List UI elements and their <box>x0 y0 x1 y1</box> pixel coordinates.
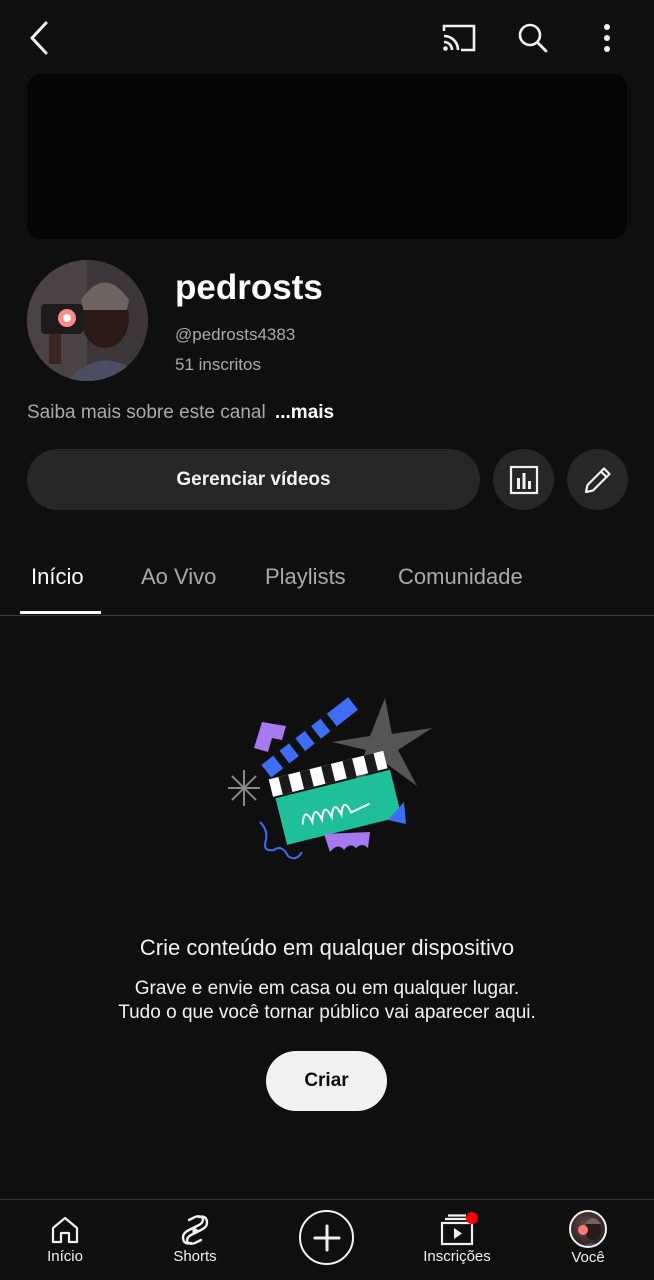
about-text: Saiba mais sobre este canal <box>27 402 266 423</box>
channel-about[interactable]: Saiba mais sobre este canal ...mais <box>27 402 334 424</box>
edit-channel-button[interactable] <box>567 449 628 510</box>
bottom-navigation: Início Shorts Inscrições Você <box>0 1199 654 1280</box>
clapperboard-illustration <box>228 697 432 860</box>
nav-you[interactable]: Você <box>533 1200 643 1280</box>
empty-state-title: Crie conteúdo em qualquer dispositivo <box>139 935 515 960</box>
back-button[interactable] <box>16 14 64 62</box>
nav-create-button[interactable] <box>299 1210 354 1265</box>
tab-ao-vivo[interactable]: Ao Vivo <box>141 564 216 590</box>
nav-subscriptions-label: Inscrições <box>423 1248 491 1265</box>
nav-shorts-label: Shorts <box>173 1248 217 1265</box>
notification-dot <box>466 1212 478 1224</box>
bar-chart-icon <box>509 465 538 494</box>
top-app-bar <box>0 0 654 74</box>
home-icon <box>51 1216 79 1244</box>
search-icon <box>518 23 548 53</box>
chevron-left-icon <box>30 21 48 55</box>
channel-name: pedrosts <box>175 268 323 307</box>
purple-bottom-shape <box>324 832 370 852</box>
tab-playlists[interactable]: Playlists <box>265 564 346 590</box>
create-plus-icon <box>313 1224 340 1251</box>
avatar-photo <box>27 260 148 381</box>
empty-state-description: Grave e envie em casa ou em qualquer lug… <box>0 977 654 1025</box>
subscriber-count: 51 inscritos <box>175 355 261 374</box>
manage-videos-button[interactable]: Gerenciar vídeos <box>27 449 480 510</box>
tab-comunidade[interactable]: Comunidade <box>398 564 523 590</box>
analytics-button[interactable] <box>493 449 554 510</box>
empty-state-line-2: Tudo o que você tornar público vai apare… <box>118 1002 536 1023</box>
tab-inicio[interactable]: Início <box>31 564 84 590</box>
channel-tabs: Início Ao Vivo Playlists Comunidade <box>0 540 654 616</box>
nav-home[interactable]: Início <box>10 1200 120 1280</box>
nav-you-label: Você <box>571 1249 605 1266</box>
purple-corner-shape <box>254 722 286 752</box>
shorts-icon <box>181 1215 209 1245</box>
channel-banner <box>27 74 627 239</box>
empty-state-line-1: Grave e envie em casa ou em qualquer lug… <box>134 978 520 999</box>
search-button[interactable] <box>509 14 557 62</box>
nav-shorts[interactable]: Shorts <box>140 1200 250 1280</box>
nav-home-label: Início <box>47 1248 83 1265</box>
cast-button[interactable] <box>435 14 483 62</box>
clapper-top <box>268 750 402 845</box>
cast-icon <box>442 24 476 52</box>
channel-avatar[interactable] <box>27 260 148 381</box>
pencil-icon <box>584 466 611 493</box>
about-more-link[interactable]: ...mais <box>275 402 334 423</box>
active-tab-indicator <box>20 611 101 614</box>
create-button[interactable]: Criar <box>266 1051 387 1111</box>
more-vertical-icon <box>604 24 610 52</box>
sparkle-shape <box>228 770 260 806</box>
avatar <box>569 1210 607 1248</box>
nav-subscriptions[interactable]: Inscrições <box>402 1200 512 1280</box>
channel-handle: @pedrosts4383 <box>175 325 296 344</box>
more-options-button[interactable] <box>583 14 631 62</box>
